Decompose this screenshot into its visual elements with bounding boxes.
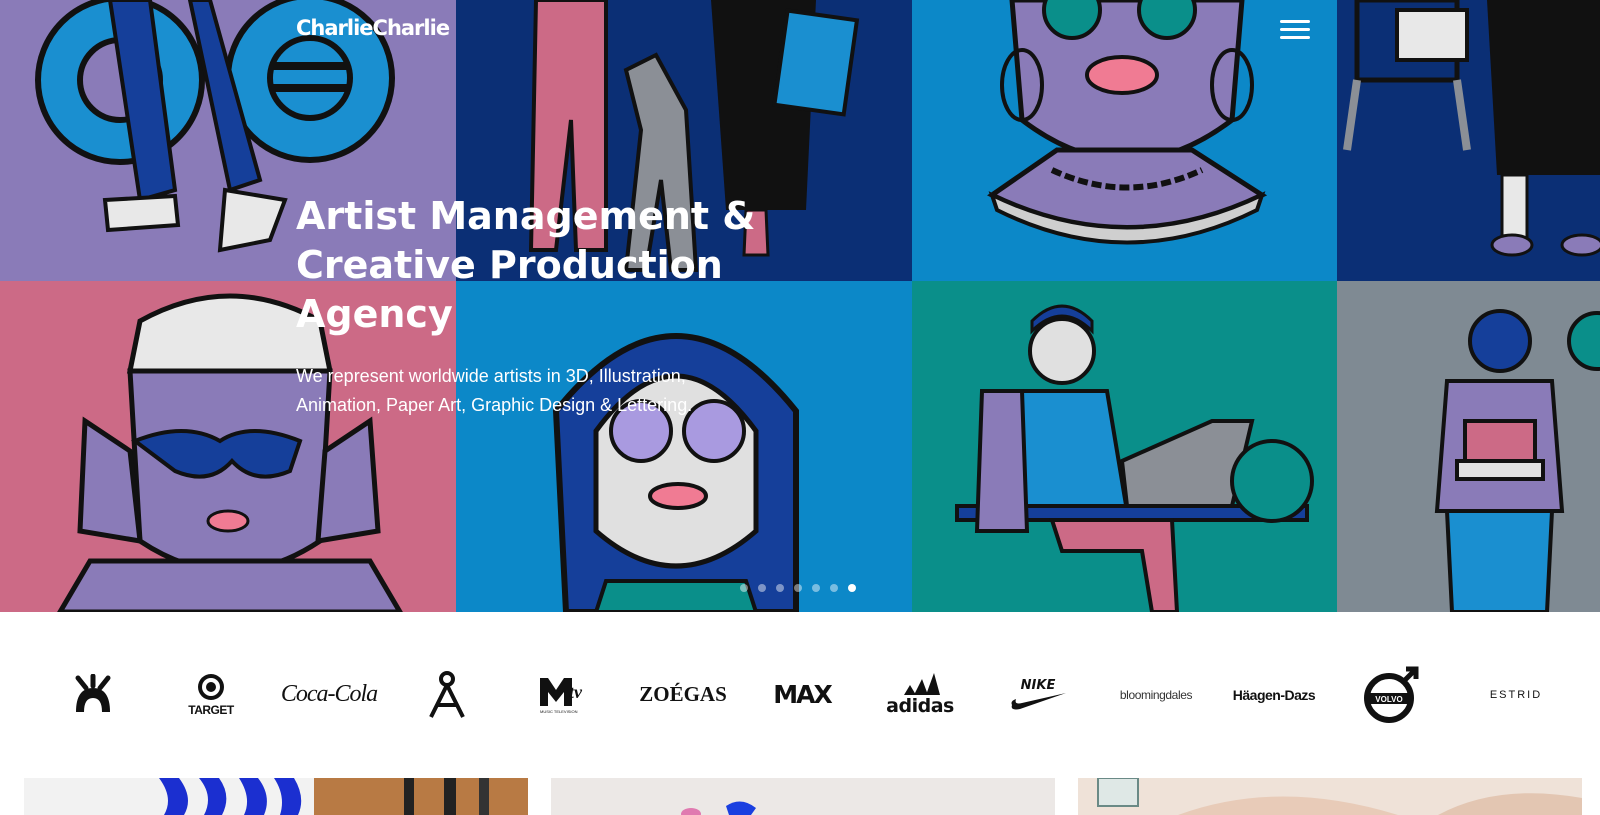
svg-text:tv: tv (569, 682, 583, 702)
tiara-logo-icon (75, 673, 111, 712)
slider-pagination (740, 584, 856, 592)
adidas-wordmark: adidas (886, 694, 954, 717)
target-bullseye-icon (198, 673, 224, 700)
nike-swoosh-icon (1011, 693, 1066, 710)
slide-dot-5[interactable] (812, 584, 820, 592)
illustration-panel-desk (1337, 0, 1600, 281)
hero-headline: Artist Management & Creative Production … (296, 194, 756, 336)
adidas-stripes-icon (904, 672, 940, 695)
slide-dot-1[interactable] (740, 584, 748, 592)
hero-subheadline: We represent worldwide artists in 3D, Il… (296, 366, 693, 415)
target-wordmark: TARGET (188, 702, 234, 717)
volvo-wordmark: VOLVO (1375, 695, 1402, 704)
slide-dot-6[interactable] (830, 584, 838, 592)
project-card-3[interactable] (1078, 778, 1582, 815)
slide-dot-4[interactable] (794, 584, 802, 592)
mtv-logo-icon: tv MUSIC TELEVISION (540, 677, 583, 714)
client-logo-tiara[interactable] (43, 612, 143, 777)
client-logo-bloomingdales[interactable]: bloomingdales (1106, 612, 1206, 777)
client-logo-volvo[interactable]: VOLVO (1342, 612, 1442, 777)
nike-wordmark: NIKE (1020, 678, 1056, 693)
slide-dot-3[interactable] (776, 584, 784, 592)
project-card-2[interactable] (551, 778, 1055, 815)
client-logo-estrid[interactable]: ESTRID (1466, 612, 1566, 777)
project-thumbnail-1 (24, 778, 528, 815)
charliecharlie-logo[interactable]: CharlieCharlie (296, 16, 450, 40)
client-logo-a-mark[interactable] (397, 612, 497, 777)
max-wordmark: MAX (773, 680, 832, 709)
client-logo-target[interactable]: TARGET (161, 612, 261, 777)
project-card-1[interactable] (24, 778, 528, 815)
slide-dot-7[interactable] (848, 584, 856, 592)
illustration-panel-woman-necklace (912, 0, 1337, 281)
client-logo-coca-cola[interactable]: Coca-Cola (279, 612, 379, 777)
project-thumbnail-2 (551, 778, 1055, 815)
zoegas-wordmark: ZOÉGAS (639, 682, 727, 706)
bloomingdales-wordmark: bloomingdales (1119, 687, 1193, 702)
illustration-panel-laptop (912, 281, 1337, 612)
estrid-wordmark: ESTRID (1489, 688, 1543, 701)
illustration-panel-man-books (1337, 281, 1600, 612)
client-logo-mtv[interactable]: tv MUSIC TELEVISION (515, 612, 615, 777)
client-logos-strip: es TARGET Coca-Cola tv MUSIC TELEVISION … (0, 612, 1600, 777)
hero-slider: CharlieCharlie Artist Management & Creat… (0, 0, 1600, 612)
client-logo-haagen-dazs[interactable]: Häagen-Dazs (1224, 612, 1324, 777)
project-thumbnail-3 (1078, 778, 1582, 815)
mtv-tagline: MUSIC TELEVISION (540, 709, 578, 714)
haagen-dazs-wordmark: Häagen-Dazs (1232, 686, 1316, 703)
client-logo-partial[interactable]: es (0, 612, 22, 777)
client-logo-nike[interactable]: NIKE (988, 612, 1088, 777)
volvo-emblem-icon: VOLVO (1364, 666, 1419, 723)
client-logo-zoegas[interactable]: ZOÉGAS (633, 612, 733, 777)
client-logo-max[interactable]: MAX (752, 612, 852, 777)
hamburger-menu-icon[interactable] (1280, 20, 1310, 42)
a-monogram-icon (429, 670, 465, 718)
slide-dot-2[interactable] (758, 584, 766, 592)
client-logo-adidas[interactable]: adidas (870, 612, 970, 777)
coca-cola-wordmark: Coca-Cola (280, 681, 378, 707)
